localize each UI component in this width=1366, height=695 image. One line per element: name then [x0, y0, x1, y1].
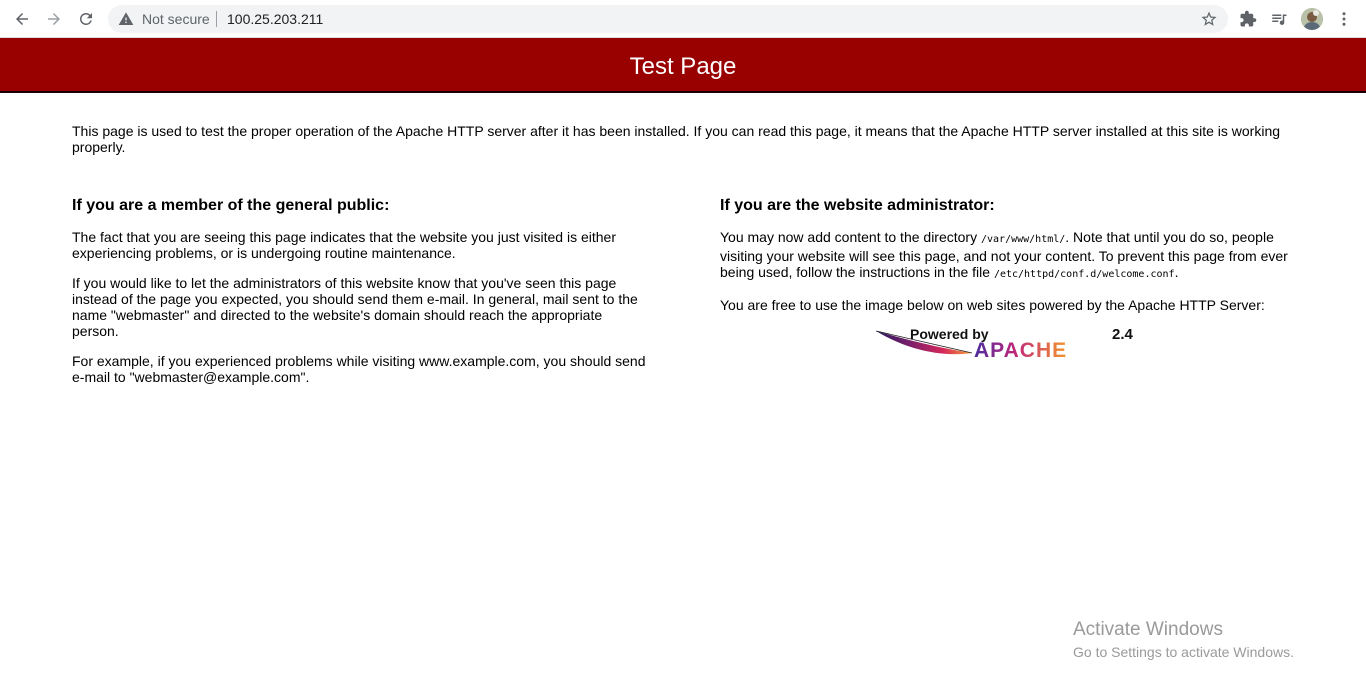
- watermark-subtitle: Go to Settings to activate Windows.: [1073, 644, 1294, 660]
- forward-icon: [48, 13, 60, 25]
- menu-button[interactable]: [1334, 9, 1354, 29]
- star-icon[interactable]: [1200, 10, 1218, 28]
- general-public-heading: If you are a member of the general publi…: [72, 197, 390, 214]
- document-root-path: /var/www/html/: [980, 234, 1066, 245]
- general-public-section: If you are a member of the general publi…: [72, 197, 652, 399]
- general-public-paragraph-1: The fact that you are seeing this page i…: [72, 229, 616, 261]
- browser-toolbar: Not secure 100.25.203.211: [0, 0, 1366, 38]
- windows-activation-watermark: Activate Windows Go to Settings to activ…: [1073, 619, 1294, 661]
- kebab-menu-icon: [1342, 12, 1346, 26]
- extensions-icon: [1240, 10, 1257, 27]
- page-banner: Test Page: [0, 38, 1366, 93]
- general-public-paragraph-3: For example, if you experienced problems…: [72, 353, 646, 385]
- welcome-conf-path: /etc/httpd/conf.d/welcome.conf: [993, 269, 1175, 280]
- url-text[interactable]: 100.25.203.211: [227, 11, 323, 27]
- intro-text: This page is used to test the proper ope…: [72, 123, 1281, 155]
- administrator-paragraph-1: You may now add content to the directory…: [720, 229, 1320, 283]
- general-public-paragraph-2: If you would like to let the administrat…: [72, 275, 638, 339]
- profile-photo-icon: [1301, 8, 1323, 30]
- admin-text-a: You may now add content to the directory: [720, 229, 981, 245]
- warning-icon[interactable]: [118, 11, 134, 27]
- back-button[interactable]: [8, 5, 36, 33]
- version-text: 2.4: [1112, 326, 1134, 343]
- administrator-section: If you are the website administrator: Yo…: [720, 197, 1320, 327]
- security-label[interactable]: Not secure: [142, 11, 210, 27]
- powered-by-apache-logo: Powered by 2.4 APACHE: [875, 326, 1134, 362]
- reading-list-button[interactable]: [1269, 9, 1289, 29]
- administrator-paragraph-2: You are free to use the image below on w…: [720, 297, 1265, 313]
- back-icon: [16, 13, 28, 25]
- administrator-heading: If you are the website administrator:: [720, 197, 995, 214]
- watermark-title: Activate Windows: [1073, 619, 1223, 640]
- avatar[interactable]: [1301, 8, 1323, 30]
- reading-list-icon: [1272, 14, 1287, 26]
- apache-text: APACHE: [974, 339, 1067, 362]
- reload-button[interactable]: [72, 5, 100, 33]
- page-title: Test Page: [629, 53, 737, 80]
- forward-button[interactable]: [40, 5, 68, 33]
- admin-text-c: .: [1174, 264, 1179, 280]
- extensions-button[interactable]: [1238, 9, 1258, 29]
- omnibox-divider: [216, 11, 217, 27]
- reload-icon: [80, 12, 92, 25]
- address-bar[interactable]: Not secure 100.25.203.211: [108, 5, 1228, 33]
